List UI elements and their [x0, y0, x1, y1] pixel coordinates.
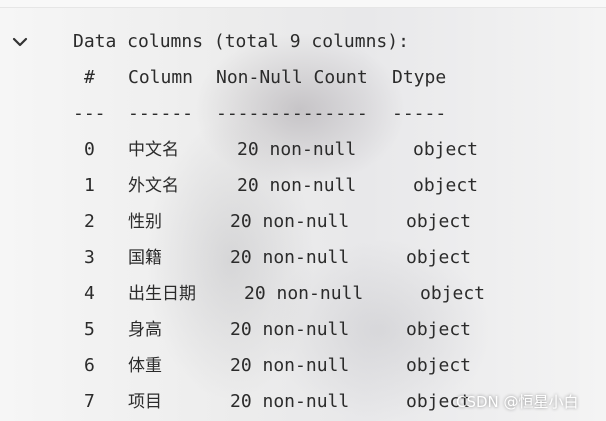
row-column: 身高 [128, 320, 162, 340]
row-num: 2 [84, 211, 95, 232]
collapse-output-toggle[interactable] [9, 31, 31, 53]
top-divider [0, 0, 606, 8]
separator-num: --- [73, 103, 106, 124]
row-num: 3 [84, 247, 95, 268]
row-dtype: object [406, 355, 472, 376]
row-column: 外文名 [128, 176, 179, 196]
row-column: 中文名 [128, 140, 179, 160]
row-column: 性别 [128, 212, 162, 232]
chevron-down-icon [12, 37, 28, 47]
row-column: 出生日期 [128, 284, 196, 304]
row-dtype: object [413, 139, 479, 160]
row-count: 20 non-null [230, 391, 350, 412]
separator-count: -------------- [216, 103, 368, 124]
header-column: Column [128, 67, 194, 88]
separator-dtype: ----- [392, 103, 447, 124]
row-column: 体重 [128, 356, 162, 376]
row-dtype: object [406, 247, 472, 268]
row-num: 0 [84, 139, 95, 160]
row-num: 5 [84, 319, 95, 340]
row-dtype: object [413, 175, 479, 196]
row-column: 项目 [128, 392, 162, 412]
row-num: 7 [84, 391, 95, 412]
csdn-watermark: CSDN @恒星小白 [456, 393, 579, 411]
row-count: 20 non-null [230, 247, 350, 268]
summary-line: Data columns (total 9 columns): [73, 31, 409, 52]
row-num: 6 [84, 355, 95, 376]
row-count: 20 non-null [237, 139, 357, 160]
header-count: Non-Null Count [216, 67, 368, 88]
row-count: 20 non-null [230, 319, 350, 340]
row-dtype: object [406, 211, 472, 232]
row-dtype: object [420, 283, 486, 304]
row-column: 国籍 [128, 248, 162, 268]
row-count: 20 non-null [244, 283, 364, 304]
separator-column: ------ [128, 103, 194, 124]
row-dtype: object [406, 319, 472, 340]
row-count: 20 non-null [237, 175, 357, 196]
header-dtype: Dtype [392, 67, 447, 88]
row-count: 20 non-null [230, 211, 350, 232]
row-count: 20 non-null [230, 355, 350, 376]
row-num: 4 [84, 283, 95, 304]
row-num: 1 [84, 175, 95, 196]
header-num: # [84, 67, 95, 88]
